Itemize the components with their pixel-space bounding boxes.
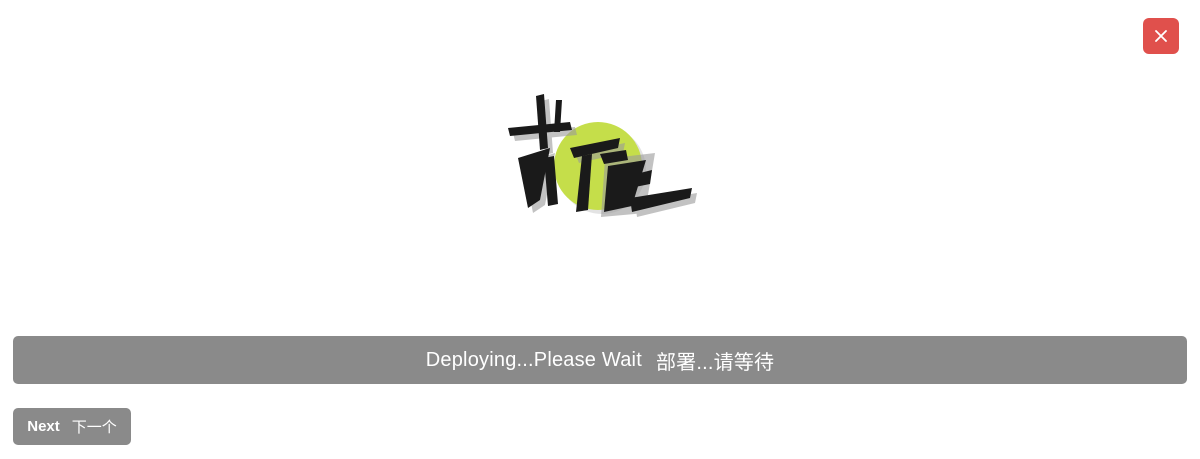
deploy-status-bar: Deploying...Please Wait 部署...请等待	[13, 336, 1187, 384]
status-text-zh: 部署...请等待	[655, 351, 775, 374]
close-icon	[1155, 30, 1167, 42]
next-button-label-zh: 下一个	[71, 419, 117, 436]
status-text-en: Deploying...Please Wait	[425, 348, 642, 371]
next-button-label-en: Next	[27, 418, 60, 435]
next-button[interactable]: Next 下一个	[13, 408, 131, 445]
brand-logo	[500, 88, 700, 228]
deploy-dialog: Deploying...Please Wait 部署...请等待 Next 下一…	[0, 0, 1200, 459]
close-button[interactable]	[1143, 18, 1179, 54]
